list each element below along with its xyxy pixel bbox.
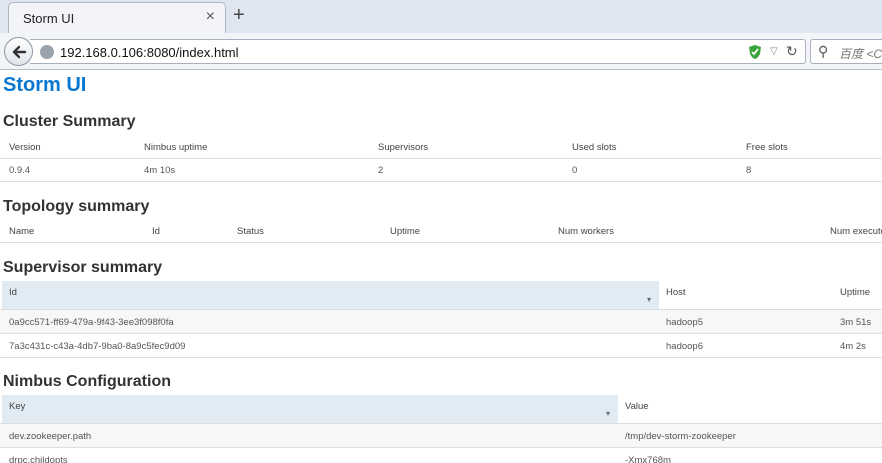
header-key-sorted[interactable]: Key ▾ — [2, 395, 618, 423]
topology-summary-title: Topology summary — [3, 198, 150, 215]
cell-nimbus-uptime: 4m 10s — [144, 165, 176, 176]
cell-host: hadoop5 — [666, 317, 703, 328]
shield-icon[interactable] — [748, 44, 762, 60]
browser-tab[interactable]: Storm UI × — [8, 2, 226, 33]
table-row: 7a3c431c-c43a-4db7-9ba0-8a9c5fec9d09 had… — [0, 334, 882, 358]
reload-icon[interactable]: ↻ — [786, 43, 798, 60]
back-button[interactable] — [4, 37, 33, 66]
table-row: 0.9.4 4m 10s 2 0 8 — [0, 159, 882, 182]
tab-close-icon[interactable]: × — [206, 9, 215, 25]
cell-version: 0.9.4 — [9, 165, 31, 176]
cell-key: drpc.childopts — [9, 455, 68, 463]
header-name[interactable]: Name — [9, 226, 34, 237]
cell-supervisors: 2 — [378, 165, 384, 176]
search-placeholder[interactable]: 百度 <Ctrl+K> — [839, 45, 882, 62]
address-bar[interactable]: 192.168.0.106:8080/index.html ▽ ↻ — [30, 39, 806, 64]
cluster-summary-header: Version Nimbus uptime Supervisors Used s… — [0, 135, 882, 159]
url-text[interactable]: 192.168.0.106:8080/index.html — [60, 45, 239, 60]
nimbus-configuration-title: Nimbus Configuration — [3, 373, 171, 390]
page-content: Storm UI Cluster Summary Version Nimbus … — [0, 71, 882, 463]
header-num-executors[interactable]: Num executors — [830, 226, 882, 237]
header-supervisors[interactable]: Supervisors — [378, 142, 428, 153]
header-version[interactable]: Version — [9, 142, 41, 153]
globe-icon — [40, 45, 54, 59]
cell-uptime: 4m 2s — [840, 341, 866, 352]
header-num-workers[interactable]: Num workers — [558, 226, 614, 237]
table-row: 0a9cc571-ff69-479a-9f43-3ee3f098f0fa had… — [0, 310, 882, 334]
cell-used-slots: 0 — [572, 165, 578, 176]
cell-key: dev.zookeeper.path — [9, 431, 92, 442]
header-host[interactable]: Host — [666, 287, 686, 298]
header-used-slots[interactable]: Used slots — [572, 142, 616, 153]
brand-title[interactable]: Storm UI — [3, 74, 86, 97]
sort-icon: ▾ — [606, 409, 611, 418]
table-row: drpc.childopts -Xmx768m — [0, 448, 882, 463]
table-row: dev.zookeeper.path /tmp/dev-storm-zookee… — [0, 424, 882, 448]
header-uptime[interactable]: Uptime — [840, 287, 870, 298]
chevron-down-icon[interactable]: ▽ — [770, 46, 778, 57]
cluster-summary-title: Cluster Summary — [3, 113, 136, 130]
header-free-slots[interactable]: Free slots — [746, 142, 788, 153]
sort-icon: ▾ — [647, 295, 652, 304]
cell-value: /tmp/dev-storm-zookeeper — [625, 431, 736, 442]
cell-id: 0a9cc571-ff69-479a-9f43-3ee3f098f0fa — [9, 317, 174, 328]
browser-tab-bar: Storm UI × + — [0, 0, 882, 33]
nimbus-configuration-header: Key ▾ Value — [0, 395, 882, 424]
tab-title: Storm UI — [23, 11, 75, 26]
back-arrow-icon — [12, 45, 27, 59]
header-value[interactable]: Value — [625, 401, 649, 412]
new-tab-icon[interactable]: + — [233, 5, 245, 25]
header-id-sorted[interactable]: Id ▾ — [2, 281, 659, 309]
header-nimbus-uptime[interactable]: Nimbus uptime — [144, 142, 207, 153]
browser-nav-bar: 192.168.0.106:8080/index.html ▽ ↻ ⚲ 百度 <… — [0, 33, 882, 70]
topology-summary-header: Name Id Status Uptime Num workers Num ex… — [0, 219, 882, 243]
header-uptime[interactable]: Uptime — [390, 226, 420, 237]
cell-uptime: 3m 51s — [840, 317, 872, 328]
supervisor-summary-header: Id ▾ Host Uptime — [0, 281, 882, 310]
header-key: Key — [9, 401, 26, 412]
supervisor-summary-title: Supervisor summary — [3, 259, 163, 276]
search-bar[interactable]: ⚲ 百度 <Ctrl+K> — [810, 39, 882, 64]
header-status[interactable]: Status — [237, 226, 264, 237]
cell-host: hadoop6 — [666, 341, 703, 352]
header-id: Id — [9, 287, 17, 298]
cell-value: -Xmx768m — [625, 455, 671, 463]
header-id[interactable]: Id — [152, 226, 160, 237]
cell-id: 7a3c431c-c43a-4db7-9ba0-8a9c5fec9d09 — [9, 341, 186, 352]
search-icon: ⚲ — [818, 43, 829, 59]
cell-free-slots: 8 — [746, 165, 752, 176]
